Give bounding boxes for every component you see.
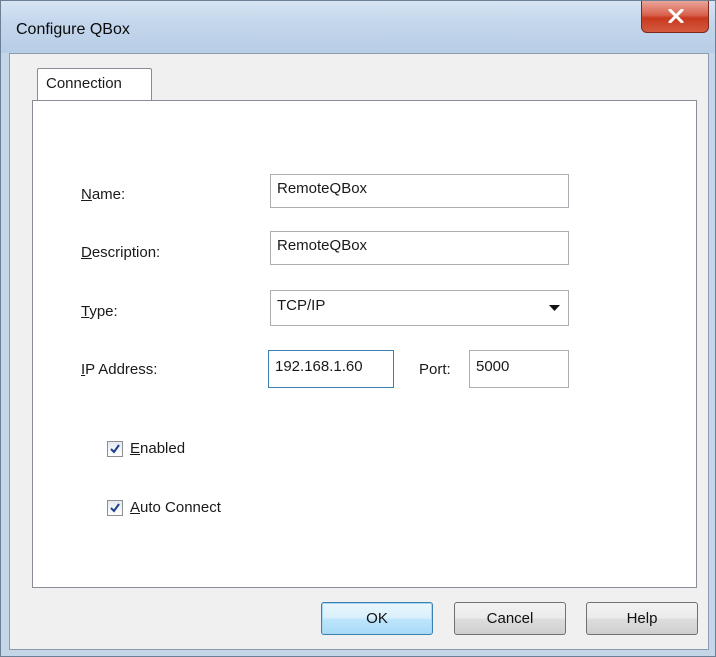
dialog-window: Configure QBox Connection Name: RemoteQB… xyxy=(0,0,716,657)
auto-connect-checkbox[interactable] xyxy=(107,500,123,516)
cancel-button[interactable]: Cancel xyxy=(454,602,566,635)
ip-address-field[interactable]: 192.168.1.60 xyxy=(268,350,394,388)
name-label: Name: xyxy=(81,186,126,203)
type-label: Type: xyxy=(81,303,118,320)
auto-connect-label[interactable]: Auto Connect xyxy=(130,499,221,516)
help-button[interactable]: Help xyxy=(586,602,698,635)
close-button[interactable] xyxy=(641,1,709,33)
description-field[interactable]: RemoteQBox xyxy=(270,231,569,265)
port-field[interactable]: 5000 xyxy=(469,350,569,388)
dialog-client-area: Connection Name: RemoteQBox Description:… xyxy=(9,53,709,650)
type-value: TCP/IP xyxy=(277,297,326,314)
checkmark-icon xyxy=(110,503,120,513)
type-dropdown[interactable]: TCP/IP xyxy=(270,290,569,326)
window-title: Configure QBox xyxy=(16,21,130,38)
tab-connection-label: Connection xyxy=(46,75,122,92)
ok-button[interactable]: OK xyxy=(321,602,433,635)
name-field[interactable]: RemoteQBox xyxy=(270,174,569,208)
description-label: Description: xyxy=(81,244,161,261)
tab-connection[interactable]: Connection xyxy=(37,68,152,101)
port-label: Port: xyxy=(419,361,451,378)
ip-address-label: IP Address: xyxy=(81,361,158,378)
chevron-down-icon[interactable] xyxy=(549,305,560,311)
enabled-checkbox[interactable] xyxy=(107,441,123,457)
title-bar[interactable]: Configure QBox xyxy=(1,1,715,53)
close-icon xyxy=(668,9,684,23)
connection-panel: Name: RemoteQBox Description: RemoteQBox… xyxy=(32,100,697,588)
checkmark-icon xyxy=(110,444,120,454)
enabled-label[interactable]: Enabled xyxy=(130,440,185,457)
